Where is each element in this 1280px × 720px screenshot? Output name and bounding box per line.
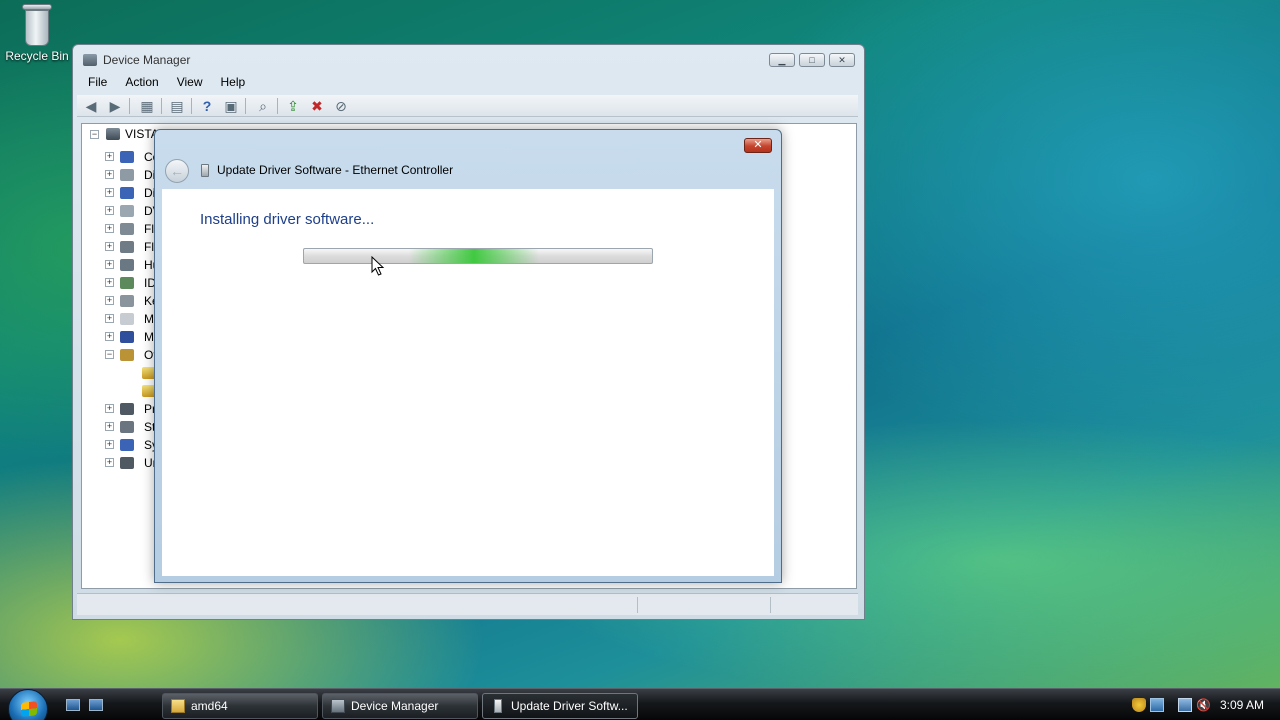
device-category-icon: [120, 259, 134, 271]
device-manager-titlebar: Device Manager: [83, 53, 190, 67]
taskbar-clock[interactable]: 3:09 AM: [1220, 698, 1264, 712]
device-category-icon: [120, 241, 134, 253]
recycle-bin-label: Recycle Bin: [5, 49, 69, 63]
windows-logo-icon: [21, 701, 37, 717]
menu-help[interactable]: Help: [212, 73, 255, 91]
progress-bar: [303, 248, 653, 264]
tree-expander[interactable]: +: [105, 458, 114, 467]
device-category-icon: [120, 151, 134, 163]
device-manager-icon: [83, 54, 97, 66]
status-bar: [77, 593, 858, 615]
taskbar-button-update-driver[interactable]: Update Driver Softw...: [482, 693, 638, 719]
menu-file[interactable]: File: [79, 73, 116, 91]
dialog-content: Installing driver software...: [162, 189, 774, 576]
back-arrow-icon[interactable]: ←: [165, 159, 189, 183]
device-category-icon: [120, 169, 134, 181]
tree-expander[interactable]: +: [105, 278, 114, 287]
taskbar-label: Device Manager: [351, 699, 439, 713]
monitor-icon[interactable]: [1178, 698, 1192, 712]
device-category-icon: [120, 457, 134, 469]
disable-icon[interactable]: ⊘: [333, 98, 349, 114]
switch-windows-icon[interactable]: [89, 699, 103, 711]
forward-arrow-icon[interactable]: ▶: [107, 98, 123, 114]
close-button[interactable]: ✕: [829, 53, 855, 67]
computer-icon: [106, 128, 120, 140]
progress-marquee: [409, 249, 539, 263]
desktop-icon-recycle-bin[interactable]: Recycle Bin: [4, 2, 70, 63]
taskbar-label: amd64: [191, 699, 228, 713]
volume-muted-icon[interactable]: 🔇: [1196, 698, 1211, 712]
tree-expander[interactable]: −: [105, 350, 114, 359]
device-category-icon: [120, 439, 134, 451]
help-icon[interactable]: ?: [199, 98, 215, 114]
taskbar: amd64 Device Manager Update Driver Softw…: [0, 688, 1280, 720]
tree-item-label[interactable]: M: [144, 330, 154, 344]
folder-icon: [171, 699, 185, 713]
device-category-icon: [120, 403, 134, 415]
tree-expander[interactable]: +: [105, 170, 114, 179]
scan-hardware-icon[interactable]: ⌕: [255, 98, 271, 114]
update-driver-dialog: ✕ ← Update Driver Software - Ethernet Co…: [154, 129, 782, 583]
dialog-title: Update Driver Software - Ethernet Contro…: [201, 163, 453, 177]
device-category-icon: [120, 349, 134, 361]
minimize-button[interactable]: ▁: [769, 53, 795, 67]
security-shield-icon[interactable]: [1132, 698, 1146, 712]
network-icon[interactable]: [1150, 698, 1164, 712]
tree-expander[interactable]: +: [105, 242, 114, 251]
toolbar: ◀ ▶ ▦ ▤ ? ▣ ⌕ ⇪ ✖ ⊘: [77, 95, 858, 117]
device-category-icon: [120, 295, 134, 307]
maximize-button[interactable]: □: [799, 53, 825, 67]
tree-expander[interactable]: +: [105, 422, 114, 431]
back-arrow-icon[interactable]: ◀: [83, 98, 99, 114]
tree-expander[interactable]: +: [105, 296, 114, 305]
tree-item-label[interactable]: Fl: [144, 240, 154, 254]
device-manager-title: Device Manager: [103, 53, 191, 67]
device-category-icon: [120, 277, 134, 289]
show-desktop-icon[interactable]: [66, 699, 80, 711]
menu-view[interactable]: View: [168, 73, 212, 91]
dialog-close-button[interactable]: ✕: [744, 138, 772, 153]
view-icon[interactable]: ▣: [223, 98, 239, 114]
tree-root-expander[interactable]: −: [90, 130, 99, 139]
tree-expander[interactable]: +: [105, 152, 114, 161]
device-category-icon: [120, 313, 134, 325]
menu-bar: File Action View Help: [79, 73, 254, 91]
recycle-bin-icon: [22, 4, 52, 46]
tree-expander[interactable]: +: [105, 314, 114, 323]
start-button[interactable]: [8, 689, 48, 720]
tree-expander[interactable]: +: [105, 260, 114, 269]
tree-expander[interactable]: +: [105, 188, 114, 197]
tree-expander[interactable]: +: [105, 404, 114, 413]
device-category-icon: [120, 331, 134, 343]
device-manager-icon: [331, 699, 345, 713]
device-category-icon: [120, 187, 134, 199]
tree-expander[interactable]: +: [105, 206, 114, 215]
properties-icon[interactable]: ▤: [169, 98, 185, 114]
show-hide-tree-icon[interactable]: ▦: [139, 98, 155, 114]
device-category-icon: [120, 223, 134, 235]
tree-expander[interactable]: +: [105, 440, 114, 449]
taskbar-button-device-manager[interactable]: Device Manager: [322, 693, 478, 719]
dialog-title-text: Update Driver Software - Ethernet Contro…: [217, 163, 454, 177]
ethernet-icon: [201, 163, 209, 177]
tree-item-label[interactable]: M: [144, 312, 154, 326]
menu-action[interactable]: Action: [116, 73, 167, 91]
taskbar-button-amd64[interactable]: amd64: [162, 693, 318, 719]
update-driver-icon[interactable]: ⇪: [285, 98, 301, 114]
device-category-icon: [120, 205, 134, 217]
ethernet-icon: [494, 699, 502, 713]
tree-expander[interactable]: +: [105, 224, 114, 233]
tree-item-label[interactable]: Fl: [144, 222, 154, 236]
installing-heading: Installing driver software...: [200, 211, 375, 228]
device-category-icon: [120, 421, 134, 433]
uninstall-icon[interactable]: ✖: [309, 98, 325, 114]
taskbar-label: Update Driver Softw...: [511, 699, 628, 713]
tree-expander[interactable]: +: [105, 332, 114, 341]
